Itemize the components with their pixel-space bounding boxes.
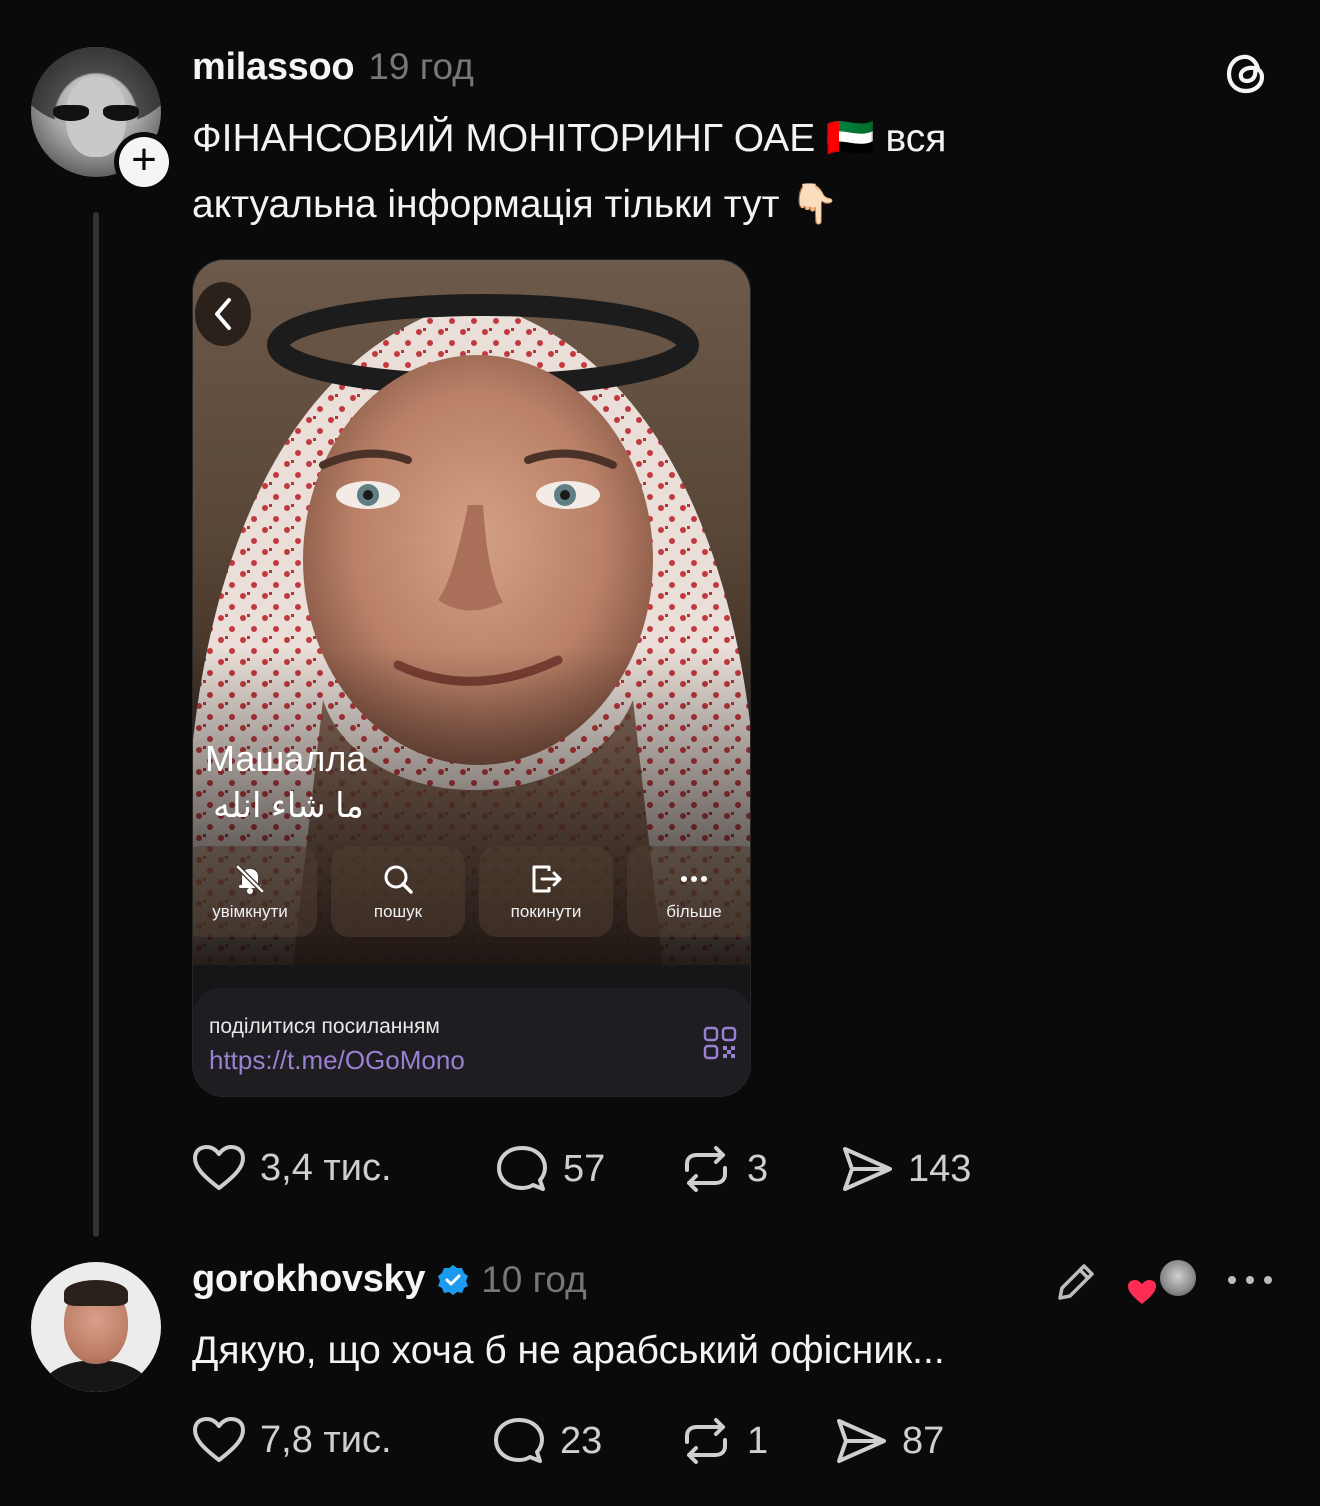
like-count: 7,8 тис. [260, 1418, 392, 1461]
share-button[interactable]: 87 [834, 1416, 944, 1466]
repost-icon [685, 1146, 727, 1192]
leave-icon [532, 865, 562, 892]
post-header: gorokhovsky 10 год [192, 1258, 587, 1301]
action-label: покинути [510, 901, 582, 921]
more-icon [681, 875, 707, 882]
comment-icon [494, 1418, 544, 1463]
post-text-line: ФІНАНСОВИЙ МОНІТОРИНГ ОАЕ 🇦🇪 вся [192, 117, 947, 160]
post-text: Дякую, що хоча б не арабський офісник... [192, 1329, 945, 1372]
like-count: 3,4 тис. [260, 1146, 392, 1189]
comment-icon [497, 1146, 547, 1191]
post-header: milassoo 19 год [192, 46, 474, 89]
author-avatar[interactable] [31, 1262, 161, 1392]
search-action[interactable]: пошук [331, 846, 465, 937]
repost-button[interactable]: 1 [679, 1416, 768, 1466]
action-label: більше [666, 901, 722, 921]
plus-icon: + [119, 137, 169, 187]
edit-pencil-icon[interactable] [1052, 1258, 1100, 1306]
send-icon [837, 1419, 886, 1463]
action-label: пошук [373, 901, 423, 921]
more-action[interactable]: більше [627, 846, 750, 937]
channel-subtitle: ما شاء انله [213, 787, 364, 825]
like-button[interactable]: 7,8 тис. [192, 1416, 392, 1464]
repost-count: 3 [747, 1147, 769, 1190]
liked-by-avatar[interactable] [1158, 1258, 1198, 1298]
bell-slash-icon [236, 864, 264, 894]
post-timestamp: 19 год [368, 46, 474, 87]
leave-action[interactable]: покинути [479, 846, 613, 937]
thread-connector-line [93, 212, 99, 1237]
share-label: поділитися посиланням [209, 1015, 440, 1038]
search-icon [384, 865, 413, 894]
post-body: ФІНАНСОВИЙ МОНІТОРИНГ ОАЕ 🇦🇪 вся актуаль… [192, 106, 1192, 238]
repost-icon [685, 1418, 727, 1464]
verified-badge-icon [438, 1264, 469, 1295]
author-username[interactable]: milassoo [192, 46, 355, 89]
like-button[interactable]: 3,4 тис. [192, 1144, 392, 1192]
more-options-icon[interactable] [1226, 1270, 1274, 1290]
share-link[interactable]: https://t.me/OGoMono [209, 1045, 465, 1076]
channel-photo: Машалла ما شاء انله увімкнути пошук поки… [193, 260, 750, 965]
author-username[interactable]: gorokhovsky [192, 1258, 426, 1301]
follow-button[interactable]: + [114, 132, 174, 192]
back-button[interactable] [195, 282, 251, 346]
share-link-box[interactable] [193, 988, 750, 1096]
chevron-left-icon [215, 298, 231, 330]
reply-count: 57 [563, 1147, 606, 1190]
share-count: 143 [908, 1147, 972, 1190]
action-label: увімкнути [212, 901, 288, 921]
threads-logo-icon[interactable] [1222, 48, 1272, 98]
telegram-channel-card[interactable]: Машалла ما شاء انله увімкнути пошук поки… [192, 259, 751, 1097]
unmute-action[interactable]: увімкнути [193, 846, 317, 937]
reply-button[interactable]: 23 [492, 1416, 602, 1466]
post-timestamp: 10 год [481, 1258, 587, 1300]
channel-title: Машалла [205, 738, 367, 779]
share-button[interactable]: 143 [840, 1144, 971, 1194]
post-text-line: актуальна інформація тільки тут 👇🏻 [192, 183, 839, 226]
heart-icon [193, 1145, 245, 1190]
share-count: 87 [902, 1419, 945, 1462]
repost-button[interactable]: 3 [679, 1144, 768, 1194]
qr-code-icon[interactable] [703, 1026, 737, 1060]
heart-icon [193, 1417, 245, 1462]
repost-count: 1 [747, 1419, 769, 1462]
reply-count: 23 [560, 1419, 603, 1462]
heart-filled-icon [1128, 1280, 1156, 1304]
send-icon [843, 1147, 892, 1191]
reply-button[interactable]: 57 [495, 1144, 605, 1194]
